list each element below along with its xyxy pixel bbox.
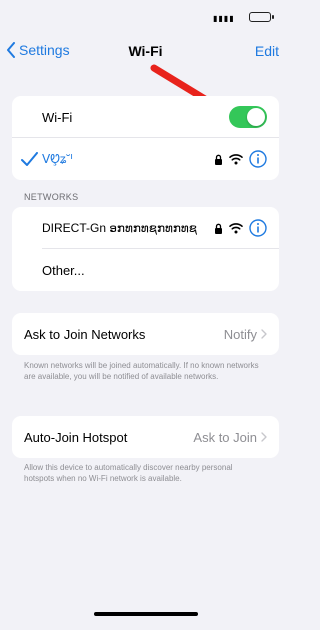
auto-join-hotspot-value: Ask to Join <box>193 429 257 445</box>
network-row[interactable]: DIRECT-Gn ອກທກທຊກທກທຊ <box>12 207 279 249</box>
network-name: DIRECT-Gn ອກທກທຊກທກທຊ <box>42 221 197 235</box>
ask-to-join-label: Ask to Join Networks <box>24 326 146 342</box>
chevron-right-icon <box>261 329 267 339</box>
edit-button[interactable]: Edit <box>255 43 279 59</box>
wifi-toggle-label: Wi-Fi <box>42 109 73 125</box>
wifi-icon <box>229 154 243 165</box>
auto-join-hotspot-label: Auto-Join Hotspot <box>24 429 128 445</box>
connected-network-row[interactable]: ᐯᏬ̧ʑ˘ᑊ <box>12 138 279 180</box>
checkmark-icon <box>21 152 38 166</box>
home-indicator[interactable] <box>94 612 198 616</box>
ask-to-join-group: Ask to Join Networks Notify <box>12 313 279 355</box>
auto-join-hotspot-row[interactable]: Auto-Join Hotspot Ask to Join <box>12 416 279 458</box>
signal-icon: ▮▮▮▮ <box>213 14 235 23</box>
wifi-toggle[interactable] <box>229 106 267 128</box>
page-title: Wi-Fi <box>128 43 163 59</box>
info-icon[interactable] <box>249 219 267 237</box>
auto-join-hotspot-footnote: Allow this device to automatically disco… <box>24 463 233 483</box>
networks-group: DIRECT-Gn ອກທກທຊກທກທຊ Other... <box>12 207 279 291</box>
connected-network-name: ᐯᏬ̧ʑ˘ᑊ <box>42 151 73 166</box>
ask-to-join-row[interactable]: Ask to Join Networks Notify <box>12 313 279 355</box>
wifi-icon <box>229 223 243 234</box>
battery-icon <box>249 12 274 22</box>
wifi-toggle-row: Wi-Fi <box>12 96 279 138</box>
wifi-group: Wi-Fi ᐯᏬ̧ʑ˘ᑊ <box>12 96 279 180</box>
lock-icon <box>215 223 222 234</box>
other-network-row[interactable]: Other... <box>12 249 279 291</box>
navigation-bar: Settings Wi-Fi Edit <box>0 40 291 64</box>
lock-icon <box>215 154 222 165</box>
status-bar: ▮▮▮▮ <box>213 10 277 23</box>
info-icon[interactable] <box>249 150 267 168</box>
other-network-label: Other... <box>42 262 85 278</box>
ask-to-join-footnote: Known networks will be joined automatica… <box>24 361 259 381</box>
auto-join-hotspot-group: Auto-Join Hotspot Ask to Join <box>12 416 279 458</box>
networks-header: NETWORKS <box>24 192 79 202</box>
ask-to-join-value: Notify <box>223 326 257 342</box>
chevron-right-icon <box>261 432 267 442</box>
